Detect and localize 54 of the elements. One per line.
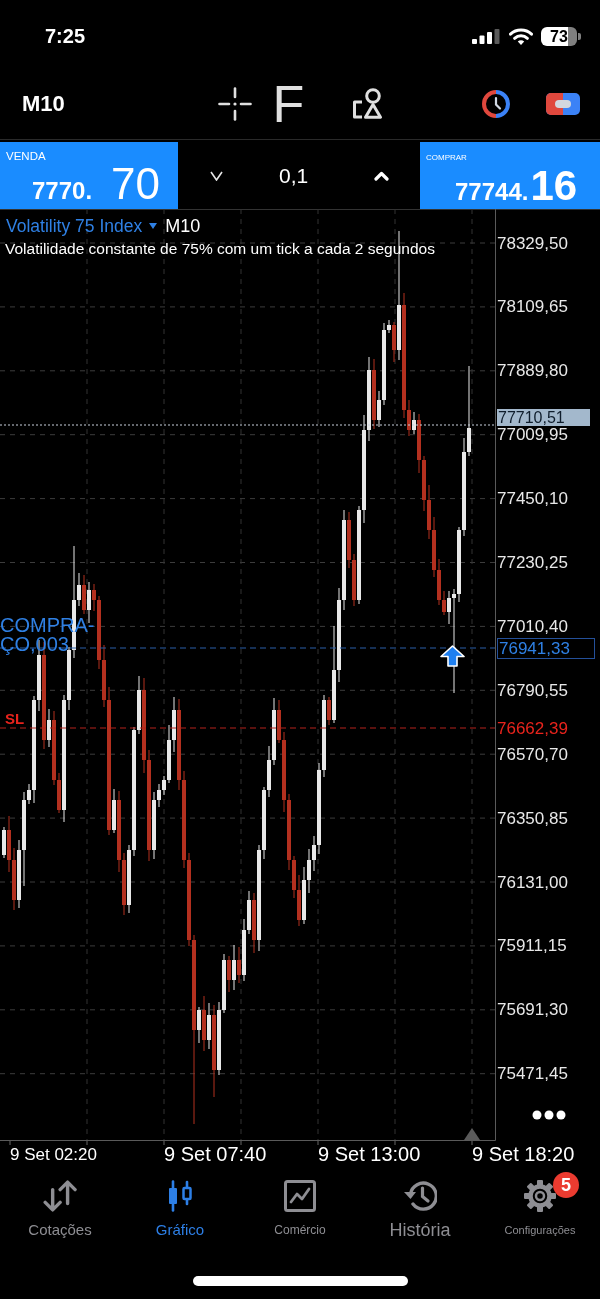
price-axis-label: 76350,85 — [497, 809, 568, 827]
price-axis-label: 75691,30 — [497, 1001, 568, 1019]
position-price-tag: 76941,33 — [497, 638, 595, 659]
notification-badge: 5 — [553, 1172, 579, 1198]
settings-icon — [524, 1180, 556, 1212]
shapes-icon[interactable] — [353, 88, 385, 119]
indicators-button[interactable]: F — [272, 77, 305, 130]
toggle-icon[interactable] — [546, 92, 580, 115]
status-time: 7:25 — [45, 24, 86, 48]
chevron-down-icon[interactable] — [210, 170, 223, 181]
volume-value: 0,1 — [279, 163, 309, 188]
crosshair-icon[interactable] — [218, 86, 252, 121]
caret-down-icon[interactable] — [149, 223, 158, 229]
battery-indicator: 73 — [541, 26, 581, 46]
scroll-marker-icon[interactable] — [464, 1128, 480, 1140]
price-axis-label: 75471,45 — [497, 1065, 568, 1083]
clock-icon[interactable] — [480, 89, 512, 118]
up-down-arrows-icon — [41, 1180, 79, 1212]
price-axis-label: 77889,80 — [497, 362, 568, 380]
buy-button[interactable]: COMPRAR 77744.16 — [420, 142, 600, 209]
tab[interactable]: Comércio — [240, 1170, 360, 1255]
up-arrow-icon — [440, 645, 465, 667]
stop-loss-price: 76662,39 — [497, 719, 568, 737]
chevron-up-icon[interactable] — [374, 170, 390, 181]
price-axis-label: 75911,15 — [497, 937, 567, 955]
price-axis-label: 77230,25 — [497, 554, 568, 571]
price-axis-label: 78109,65 — [497, 298, 568, 316]
timeframe-label: M10 — [165, 216, 201, 236]
signal-icon — [472, 28, 500, 44]
stop-loss-label: SL — [5, 711, 25, 727]
sell-button[interactable]: VENDA 7770. 70 — [0, 142, 178, 209]
history-icon — [403, 1180, 437, 1212]
time-axis-label: 9 Set 07:40 — [164, 1143, 267, 1165]
time-axis-label: 9 Set 13:00 — [318, 1143, 421, 1165]
time-axis-label: 9 Set 18:20 — [472, 1143, 575, 1165]
price-axis-label: 76570,70 — [497, 745, 568, 763]
timeframe-button[interactable]: M10 — [22, 90, 65, 117]
tab[interactable]: Configurações 5 — [480, 1170, 600, 1255]
time-axis-label: 9 Set 02:20 — [10, 1145, 97, 1165]
line-chart-icon — [284, 1180, 316, 1212]
price-axis-label: 77450,10 — [497, 490, 568, 508]
current-price-tag: 77710,51 — [497, 409, 590, 426]
chart-description: Volatilidade constante de 75% com um tick a cada 2 segundos — [5, 240, 435, 258]
tab[interactable]: Gráfico — [120, 1170, 240, 1255]
price-axis-label: 76131,00 — [497, 873, 568, 891]
wifi-icon — [509, 27, 533, 45]
price-axis-label: 76790,55 — [497, 681, 568, 699]
tab[interactable]: História — [360, 1170, 480, 1255]
price-axis-label: 77010,40 — [497, 617, 568, 635]
tab[interactable]: Cotações — [0, 1170, 120, 1255]
price-axis-label: 77009,95 — [497, 426, 568, 444]
price-axis-label: 78329,50 — [497, 234, 568, 252]
more-icon[interactable] — [532, 1110, 566, 1120]
symbol-selector[interactable]: Volatility 75 Index — [6, 216, 143, 236]
